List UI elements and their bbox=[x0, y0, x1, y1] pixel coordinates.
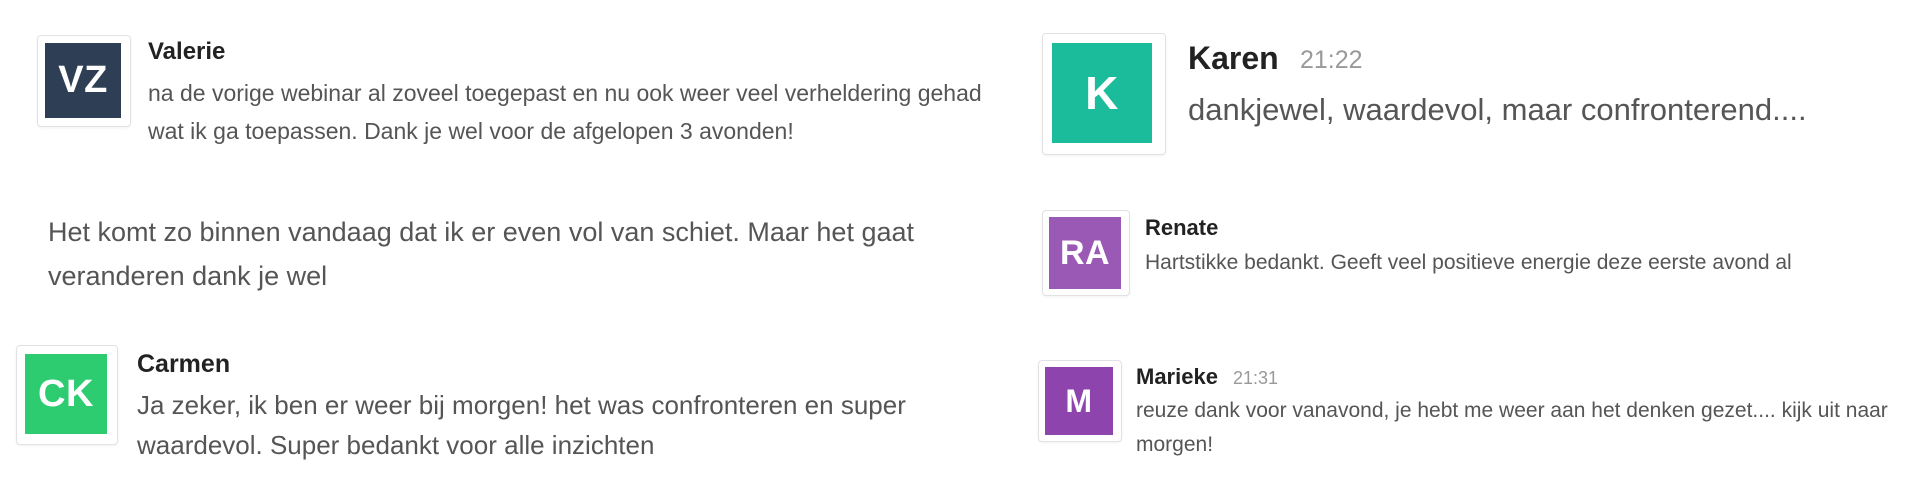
sender-name: Karen bbox=[1188, 40, 1279, 76]
avatar: K bbox=[1052, 43, 1152, 143]
message-text: Het komt zo binnen vandaag dat ik er eve… bbox=[48, 217, 915, 291]
message-text: Hartstikke bedankt. Geeft veel positieve… bbox=[1145, 251, 1792, 274]
avatar: VZ bbox=[45, 43, 121, 118]
message-timestamp: 21:31 bbox=[1233, 368, 1279, 388]
chat-message: M Marieke 21:31 reuze dank voor vanavond… bbox=[1030, 350, 1920, 470]
sender-name: Valerie bbox=[148, 38, 226, 65]
message-text: reuze dank voor vanavond, je hebt me wee… bbox=[1136, 399, 1888, 456]
chat-message: Het komt zo binnen vandaag dat ik er eve… bbox=[0, 200, 1010, 300]
message-text: na de vorige webinar al zoveel toegepast… bbox=[148, 80, 982, 144]
avatar: CK bbox=[25, 354, 107, 434]
message-timestamp: 21:22 bbox=[1300, 46, 1363, 74]
sender-name: Marieke bbox=[1136, 364, 1218, 389]
avatar: M bbox=[1045, 367, 1113, 435]
chat-message: RA Renate Hartstikke bedankt. Geeft veel… bbox=[1030, 200, 1920, 296]
chat-message: K Karen 21:22 dankjewel, waardevol, maar… bbox=[1030, 0, 1920, 170]
chat-message: CK Carmen Ja zeker, ik ben er weer bij m… bbox=[0, 330, 1010, 470]
sender-name: Carmen bbox=[137, 350, 231, 378]
message-text: Ja zeker, ik ben er weer bij morgen! het… bbox=[137, 390, 906, 460]
message-text: dankjewel, waardevol, maar confronterend… bbox=[1188, 92, 1807, 127]
sender-name: Renate bbox=[1145, 215, 1219, 240]
avatar: RA bbox=[1049, 217, 1121, 289]
chat-message: VZ Valerie na de vorige webinar al zovee… bbox=[0, 0, 1000, 160]
